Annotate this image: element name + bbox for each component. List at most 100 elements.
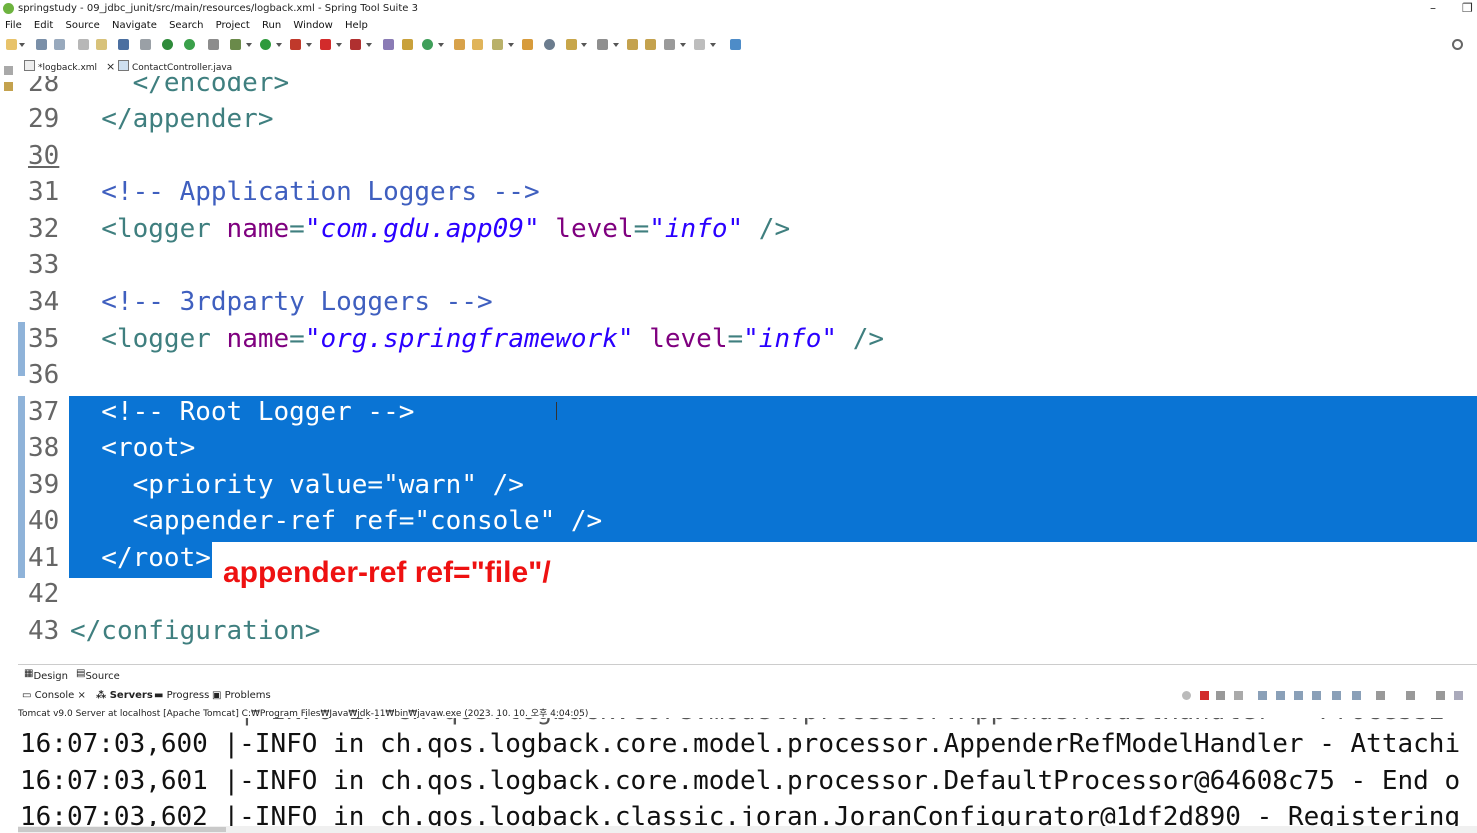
minimize-view-icon[interactable] xyxy=(1436,691,1445,700)
display-console-icon[interactable] xyxy=(1352,691,1361,700)
console-line: 16:07:03,600 |-INFO in ch.qos.logback.co… xyxy=(20,729,1461,759)
next-annotation-icon[interactable] xyxy=(597,39,608,50)
show-stdout-icon[interactable] xyxy=(1294,691,1303,700)
debug-icon[interactable] xyxy=(230,39,241,50)
chevron-down-icon[interactable] xyxy=(710,43,716,47)
console-icon: ▭ xyxy=(22,690,32,701)
remove-launch-icon[interactable] xyxy=(1216,691,1225,700)
left-trim-bar xyxy=(0,58,18,658)
package-explorer-icon[interactable] xyxy=(4,82,13,91)
globe-icon[interactable] xyxy=(544,39,555,50)
menu-project[interactable]: Project xyxy=(216,18,250,34)
line-number: 40 xyxy=(28,506,60,536)
tab-servers[interactable]: ⁂ Servers xyxy=(96,690,153,701)
tab-progress[interactable]: ▬ Progress xyxy=(154,690,209,701)
tab-label: Console xyxy=(34,690,75,701)
refresh-icon[interactable] xyxy=(208,39,219,50)
restore-button[interactable]: ❐ xyxy=(1462,1,1473,15)
chevron-down-icon[interactable] xyxy=(19,43,25,47)
start-server-icon[interactable] xyxy=(162,39,173,50)
pen-icon[interactable] xyxy=(492,39,503,50)
save-all-icon[interactable] xyxy=(54,39,65,50)
problems-icon: ▣ xyxy=(212,690,222,701)
tab-logback-xml[interactable]: *logback.xml × xyxy=(24,60,115,74)
code-line: <!-- Root Logger --> xyxy=(70,397,415,427)
chevron-down-icon[interactable] xyxy=(508,43,514,47)
chevron-down-icon[interactable] xyxy=(581,43,587,47)
horizontal-scrollbar[interactable] xyxy=(18,826,1477,833)
run-icon[interactable] xyxy=(260,39,271,50)
open-type-icon[interactable] xyxy=(454,39,465,50)
annotation-icon[interactable] xyxy=(566,39,577,50)
menu-source[interactable]: Source xyxy=(65,18,99,34)
chevron-down-icon[interactable] xyxy=(336,43,342,47)
maximize-view-icon[interactable] xyxy=(1454,691,1463,700)
xml-editor[interactable]: 28 29 30 31 32 33 34 35 36 37 38 39 40 4… xyxy=(18,76,1477,656)
new-java-project-icon[interactable] xyxy=(383,39,394,50)
tab-contact-controller[interactable]: ContactController.java xyxy=(118,60,232,74)
code-line: </encoder> xyxy=(70,76,290,98)
spring-icon xyxy=(3,3,14,14)
external-tools-icon[interactable] xyxy=(350,39,361,50)
menu-window[interactable]: Window xyxy=(293,18,332,34)
terminal-icon[interactable] xyxy=(118,39,129,50)
chevron-down-icon[interactable] xyxy=(613,43,619,47)
skip-breakpoints-icon[interactable] xyxy=(140,39,151,50)
close-icon[interactable]: × xyxy=(106,60,115,73)
restore-view-icon[interactable] xyxy=(4,66,13,75)
menu-help[interactable]: Help xyxy=(345,18,368,34)
menu-search[interactable]: Search xyxy=(169,18,203,34)
open-perspective-icon[interactable] xyxy=(730,39,741,50)
package-icon[interactable] xyxy=(96,39,107,50)
back-icon[interactable] xyxy=(664,39,675,50)
tab-design[interactable]: ▦ Design xyxy=(24,668,68,682)
console-output[interactable]: |-INFO in ch.qos.logback.core.model.proc… xyxy=(18,718,1477,826)
last-edit-icon[interactable] xyxy=(627,39,638,50)
folder-icon[interactable] xyxy=(522,39,533,50)
menu-file[interactable]: File xyxy=(5,18,22,34)
scroll-lock-icon[interactable] xyxy=(1258,691,1267,700)
line-number: 30 xyxy=(28,141,60,171)
remove-all-icon[interactable] xyxy=(1234,691,1243,700)
word-wrap-icon[interactable] xyxy=(1276,691,1285,700)
tab-source[interactable]: ▤ Source xyxy=(76,668,120,682)
save-icon[interactable] xyxy=(36,39,47,50)
chevron-down-icon[interactable] xyxy=(680,43,686,47)
tab-console[interactable]: ▭ Console × xyxy=(22,690,86,701)
chevron-down-icon[interactable] xyxy=(276,43,282,47)
menu-edit[interactable]: Edit xyxy=(34,18,53,34)
line-number: 31 xyxy=(28,177,60,207)
chevron-down-icon[interactable] xyxy=(366,43,372,47)
chevron-down-icon[interactable] xyxy=(306,43,312,47)
forward-icon[interactable] xyxy=(694,39,705,50)
stop-icon[interactable] xyxy=(320,39,331,50)
restart-icon[interactable] xyxy=(184,39,195,50)
java-file-icon xyxy=(118,60,129,71)
open-folder-icon[interactable] xyxy=(472,39,483,50)
chevron-down-icon[interactable] xyxy=(438,43,444,47)
chevron-down-icon[interactable] xyxy=(246,43,252,47)
search-icon[interactable] xyxy=(1452,39,1463,50)
code-line: <logger name="org.springframework" level… xyxy=(70,324,885,354)
new-package-icon[interactable] xyxy=(402,39,413,50)
new-icon[interactable] xyxy=(6,39,17,50)
menu-navigate[interactable]: Navigate xyxy=(112,18,157,34)
print-icon[interactable] xyxy=(78,39,89,50)
terminate-icon[interactable] xyxy=(1200,691,1209,700)
menu-run[interactable]: Run xyxy=(262,18,281,34)
scrollbar-thumb[interactable] xyxy=(18,827,226,832)
line-number: 38 xyxy=(28,433,60,463)
pin-console-icon[interactable] xyxy=(1332,691,1341,700)
editor-tabs: *logback.xml × ContactController.java xyxy=(18,58,1477,76)
clear-icon[interactable] xyxy=(1182,691,1191,700)
minimize-button[interactable]: – xyxy=(1430,1,1436,15)
new-console-icon[interactable] xyxy=(1406,691,1415,700)
close-icon[interactable]: × xyxy=(78,690,86,701)
new-class-icon[interactable] xyxy=(422,39,433,50)
show-stderr-icon[interactable] xyxy=(1312,691,1321,700)
coverage-icon[interactable] xyxy=(290,39,301,50)
forward-edit-icon[interactable] xyxy=(645,39,656,50)
tab-problems[interactable]: ▣ Problems xyxy=(212,690,271,701)
open-console-icon[interactable] xyxy=(1376,691,1385,700)
tab-label: Source xyxy=(85,671,120,682)
